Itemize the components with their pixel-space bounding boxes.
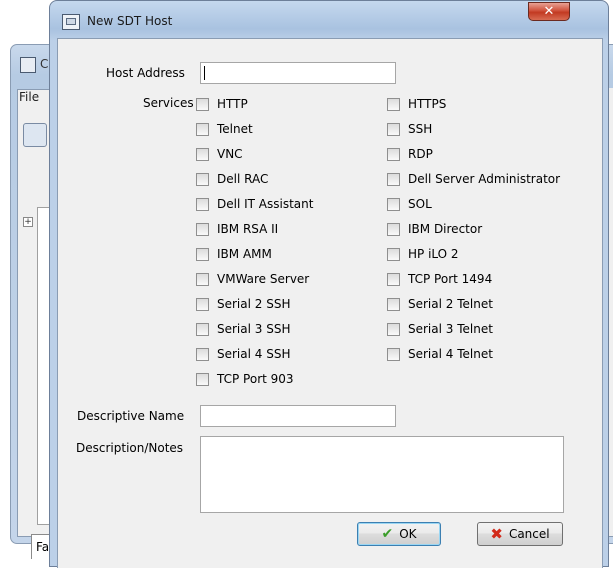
- service-checkbox[interactable]: [387, 322, 400, 336]
- service-checkbox[interactable]: [387, 172, 400, 186]
- parent-menu-file[interactable]: File: [19, 90, 39, 104]
- service-checkbox-row[interactable]: Serial 3 Telnet: [387, 321, 493, 337]
- service-checkbox[interactable]: [196, 272, 209, 286]
- service-checkbox-label: SOL: [408, 197, 432, 211]
- service-checkbox[interactable]: [196, 147, 209, 161]
- service-checkbox[interactable]: [196, 297, 209, 311]
- service-checkbox-row[interactable]: Serial 2 SSH: [196, 296, 290, 312]
- service-checkbox-label: TCP Port 903: [217, 372, 294, 386]
- service-checkbox-row[interactable]: VMWare Server: [196, 271, 309, 287]
- text-caret: [204, 66, 205, 80]
- window-icon: [62, 14, 80, 30]
- service-checkbox-label: VMWare Server: [217, 272, 310, 286]
- service-checkbox[interactable]: [196, 172, 209, 186]
- service-checkbox-row[interactable]: TCP Port 903: [196, 371, 294, 387]
- service-checkbox-row[interactable]: Dell Server Administrator: [387, 171, 560, 187]
- service-checkbox-row[interactable]: HTTP: [196, 96, 248, 112]
- service-checkbox-label: HTTP: [217, 97, 248, 111]
- parent-window-title: C: [40, 57, 49, 71]
- check-icon: ✔: [381, 526, 394, 542]
- service-checkbox-label: Serial 4 Telnet: [408, 347, 493, 361]
- host-address-input[interactable]: [200, 62, 396, 84]
- service-checkbox-label: Serial 3 Telnet: [408, 322, 493, 336]
- service-checkbox-row[interactable]: Dell IT Assistant: [196, 196, 313, 212]
- service-checkbox-label: Dell Server Administrator: [408, 172, 561, 186]
- service-checkbox-row[interactable]: SSH: [387, 121, 432, 137]
- service-checkbox[interactable]: [196, 372, 209, 386]
- services-label: Services: [143, 96, 194, 110]
- host-address-label: Host Address: [106, 66, 185, 80]
- service-checkbox-row[interactable]: RDP: [387, 146, 433, 162]
- service-checkbox-label: Serial 4 SSH: [217, 347, 291, 361]
- service-checkbox-label: RDP: [408, 147, 433, 161]
- parent-window-icon: [20, 57, 36, 73]
- description-notes-textarea[interactable]: [200, 436, 564, 513]
- service-checkbox-label: IBM Director: [408, 222, 483, 236]
- service-checkbox[interactable]: [196, 97, 209, 111]
- service-checkbox-row[interactable]: Telnet: [196, 121, 253, 137]
- service-checkbox-label: Serial 2 SSH: [217, 297, 291, 311]
- service-checkbox[interactable]: [387, 347, 400, 361]
- service-checkbox-label: Telnet: [217, 122, 253, 136]
- service-checkbox-row[interactable]: HTTPS: [387, 96, 446, 112]
- service-checkbox[interactable]: [387, 122, 400, 136]
- service-checkbox-row[interactable]: Serial 4 SSH: [196, 346, 290, 362]
- service-checkbox-label: Serial 3 SSH: [217, 322, 291, 336]
- service-checkbox[interactable]: [196, 122, 209, 136]
- service-checkbox-label: SSH: [408, 122, 433, 136]
- close-button[interactable]: ✕: [528, 2, 570, 21]
- service-checkbox-row[interactable]: HP iLO 2: [387, 246, 459, 262]
- service-checkbox-label: Serial 2 Telnet: [408, 297, 493, 311]
- service-checkbox[interactable]: [196, 322, 209, 336]
- x-icon: ✖: [490, 525, 503, 543]
- service-checkbox-label: TCP Port 1494: [408, 272, 493, 286]
- dialog-client: Host Address Services HTTP Telnet VNC Dell …: [57, 38, 603, 568]
- service-checkbox-row[interactable]: VNC: [196, 146, 243, 162]
- service-checkbox[interactable]: [387, 222, 400, 236]
- descriptive-name-label: Descriptive Name: [77, 409, 185, 423]
- service-checkbox-row[interactable]: Dell RAC: [196, 171, 268, 187]
- ok-button-label: OK: [399, 527, 417, 541]
- service-checkbox-label: HP iLO 2: [408, 247, 459, 261]
- service-checkbox-label: VNC: [217, 147, 243, 161]
- dialog-title: New SDT Host: [87, 14, 173, 28]
- tree-expand-icon[interactable]: +: [23, 217, 33, 227]
- service-checkbox-row[interactable]: Serial 2 Telnet: [387, 296, 493, 312]
- service-checkbox[interactable]: [196, 247, 209, 261]
- service-checkbox[interactable]: [387, 197, 400, 211]
- parent-toolbar-icon[interactable]: [23, 123, 47, 147]
- service-checkbox-row[interactable]: IBM AMM: [196, 246, 272, 262]
- service-checkbox-label: HTTPS: [408, 97, 447, 111]
- service-checkbox-label: Dell IT Assistant: [217, 197, 314, 211]
- service-checkbox[interactable]: [196, 347, 209, 361]
- service-checkbox-row[interactable]: IBM RSA II: [196, 221, 278, 237]
- service-checkbox[interactable]: [387, 272, 400, 286]
- descriptive-name-input[interactable]: [200, 405, 396, 427]
- service-checkbox[interactable]: [387, 247, 400, 261]
- new-sdt-host-dialog: New SDT Host ✕ Host Address Services HTT…: [49, 0, 609, 568]
- service-checkbox[interactable]: [387, 297, 400, 311]
- service-checkbox[interactable]: [387, 147, 400, 161]
- service-checkbox-row[interactable]: Serial 3 SSH: [196, 321, 290, 337]
- service-checkbox-label: Dell RAC: [217, 172, 269, 186]
- service-checkbox[interactable]: [196, 222, 209, 236]
- cancel-button[interactable]: ✖ Cancel: [477, 522, 563, 546]
- service-checkbox[interactable]: [387, 97, 400, 111]
- service-checkbox-row[interactable]: Serial 4 Telnet: [387, 346, 493, 362]
- cancel-button-label: Cancel: [508, 527, 550, 541]
- ok-button[interactable]: ✔ OK: [357, 522, 441, 546]
- service-checkbox-row[interactable]: TCP Port 1494: [387, 271, 492, 287]
- service-checkbox-row[interactable]: IBM Director: [387, 221, 482, 237]
- service-checkbox-row[interactable]: SOL: [387, 196, 432, 212]
- service-checkbox[interactable]: [196, 197, 209, 211]
- description-notes-label: Description/Notes: [76, 441, 184, 455]
- service-checkbox-label: IBM RSA II: [217, 222, 279, 236]
- service-checkbox-label: IBM AMM: [217, 247, 272, 261]
